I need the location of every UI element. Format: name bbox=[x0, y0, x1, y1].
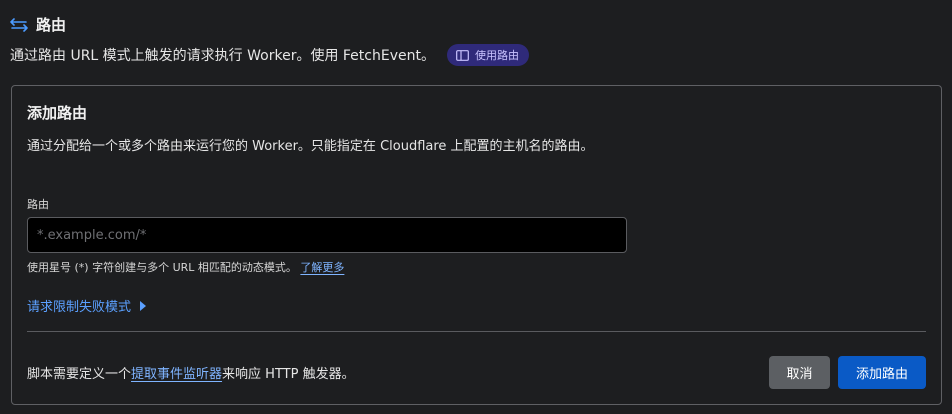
section-description: 通过路由 URL 模式上触发的请求执行 Worker。使用 FetchEvent… bbox=[10, 48, 435, 64]
fetch-note-suffix: 来响应 HTTP 触发器。 bbox=[222, 367, 355, 382]
routes-docs-badge[interactable]: 使用路由 bbox=[446, 44, 529, 66]
section-description-row: 通过路由 URL 模式上触发的请求执行 Worker。使用 FetchEvent… bbox=[10, 44, 529, 66]
fetch-note-prefix: 脚本需要定义一个 bbox=[27, 367, 132, 382]
add-route-card: 添加路由 通过分配给一个或多个路由来运行您的 Worker。只能指定在 Clou… bbox=[11, 85, 942, 405]
failure-mode-toggle[interactable]: 请求限制失败模式 bbox=[27, 296, 147, 315]
fetch-listener-note: 脚本需要定义一个提取事件监听器来响应 HTTP 触发器。 bbox=[27, 363, 355, 382]
add-route-button[interactable]: 添加路由 bbox=[838, 356, 926, 389]
cancel-button[interactable]: 取消 bbox=[769, 356, 830, 389]
add-route-description: 通过分配给一个或多个路由来运行您的 Worker。只能指定在 Cloudflar… bbox=[27, 139, 594, 154]
card-divider bbox=[27, 331, 926, 332]
route-helper-text: 使用星号 (*) 字符创建与多个 URL 相匹配的动态模式。 了解更多 bbox=[27, 259, 344, 275]
route-input[interactable] bbox=[27, 217, 627, 253]
route-helper-description: 使用星号 (*) 字符创建与多个 URL 相匹配的动态模式。 bbox=[27, 261, 297, 274]
routes-docs-badge-label: 使用路由 bbox=[474, 49, 519, 62]
section-title: 路由 bbox=[36, 16, 67, 34]
caret-right-icon bbox=[139, 300, 147, 312]
book-icon bbox=[456, 49, 469, 61]
fetch-event-listener-link[interactable]: 提取事件监听器 bbox=[131, 367, 222, 382]
route-arrows-icon bbox=[10, 17, 28, 33]
add-route-title: 添加路由 bbox=[27, 104, 88, 122]
learn-more-link[interactable]: 了解更多 bbox=[300, 261, 344, 274]
failure-mode-toggle-label: 请求限制失败模式 bbox=[27, 300, 132, 315]
route-field-label: 路由 bbox=[27, 198, 49, 211]
section-header: 路由 bbox=[10, 14, 66, 35]
